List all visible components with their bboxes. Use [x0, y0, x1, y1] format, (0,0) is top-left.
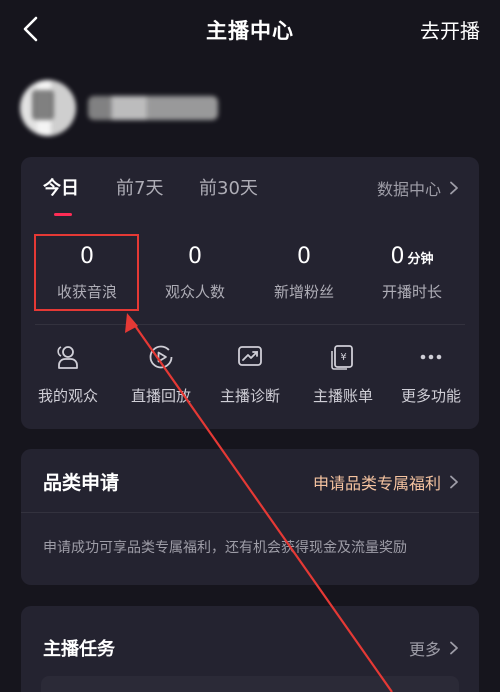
stats-row: 0 收获音浪 0 观众人数 0 新增粉丝 0 分钟 开播时长 — [21, 229, 479, 319]
red-highlight-box — [34, 234, 139, 311]
more-tasks-link[interactable]: 更多 — [409, 636, 459, 660]
chevron-right-icon — [450, 475, 458, 489]
avatar[interactable] — [20, 80, 76, 136]
tool-my-audience[interactable]: 我的观众 — [22, 343, 114, 406]
stat-viewers[interactable]: 0 观众人数 — [138, 229, 252, 302]
tool-label: 我的观众 — [37, 387, 98, 405]
data-center-label: 数据中心 — [376, 180, 441, 199]
tab-last-30-days[interactable]: 前30天 — [199, 174, 258, 200]
stat-value: 0 — [297, 244, 311, 269]
divider — [35, 324, 465, 325]
link-label: 申请品类专属福利 — [312, 474, 441, 493]
tool-streamer-bill[interactable]: ¥ 主播账单 — [297, 343, 389, 406]
go-live-button[interactable]: 去开播 — [420, 15, 480, 44]
stat-unit: 分钟 — [407, 252, 434, 267]
tool-label: 更多功能 — [400, 387, 461, 405]
stat-new-followers[interactable]: 0 新增粉丝 — [247, 229, 361, 302]
stat-live-duration[interactable]: 0 分钟 开播时长 — [355, 229, 469, 302]
category-description: 申请成功可享品类专属福利，还有机会获得现金及流量奖励 — [43, 540, 407, 556]
streamer-tasks-card: 主播任务 更多 — [21, 606, 479, 692]
profile-header[interactable] — [20, 80, 220, 136]
period-tabs: 今日 前7天 前30天 数据中心 — [21, 157, 479, 217]
tool-label: 直播回放 — [130, 387, 191, 405]
category-application-card: 品类申请 申请品类专属福利 申请成功可享品类专属福利，还有机会获得现金及流量奖励 — [21, 449, 479, 585]
chevron-right-icon — [450, 181, 458, 195]
blurred-username — [88, 96, 218, 120]
tool-streamer-diagnosis[interactable]: 主播诊断 — [204, 343, 296, 406]
apply-category-benefits-link[interactable]: 申请品类专属福利 — [313, 470, 459, 494]
stat-value: 0 — [188, 244, 202, 269]
data-center-link[interactable]: 数据中心 — [377, 176, 459, 200]
stat-value: 0 — [390, 244, 405, 269]
bill-icon: ¥ — [331, 345, 353, 370]
section-title: 品类申请 — [43, 472, 120, 494]
diagnosis-icon — [238, 346, 262, 366]
divider — [21, 512, 479, 513]
section-title: 主播任务 — [43, 639, 115, 660]
stat-label: 新增粉丝 — [273, 283, 334, 301]
stat-label: 观众人数 — [164, 283, 225, 301]
tool-more-features[interactable]: 更多功能 — [385, 343, 477, 406]
tools-row: 我的观众 直播回放 主播诊断 ¥ 主播账单 更多功能 — [21, 343, 479, 413]
link-label: 更多 — [408, 640, 441, 659]
tab-today[interactable]: 今日 — [43, 174, 79, 200]
more-icon — [420, 354, 442, 360]
task-item[interactable] — [41, 676, 459, 692]
stat-label: 开播时长 — [381, 283, 442, 301]
tool-label: 主播诊断 — [219, 387, 280, 405]
tool-label: 主播账单 — [312, 387, 373, 405]
data-overview-card: 今日 前7天 前30天 数据中心 0 收获音浪 0 观众人数 0 新增粉丝 0分… — [21, 157, 479, 429]
tab-last-7-days[interactable]: 前7天 — [116, 174, 163, 200]
chevron-right-icon — [450, 641, 458, 655]
tool-live-replay[interactable]: 直播回放 — [115, 343, 207, 406]
svg-text:¥: ¥ — [340, 352, 346, 363]
audience-icon — [57, 346, 78, 369]
active-tab-indicator — [54, 213, 72, 216]
top-nav-bar: 主播中心 去开播 — [0, 0, 500, 58]
replay-icon — [149, 345, 173, 369]
